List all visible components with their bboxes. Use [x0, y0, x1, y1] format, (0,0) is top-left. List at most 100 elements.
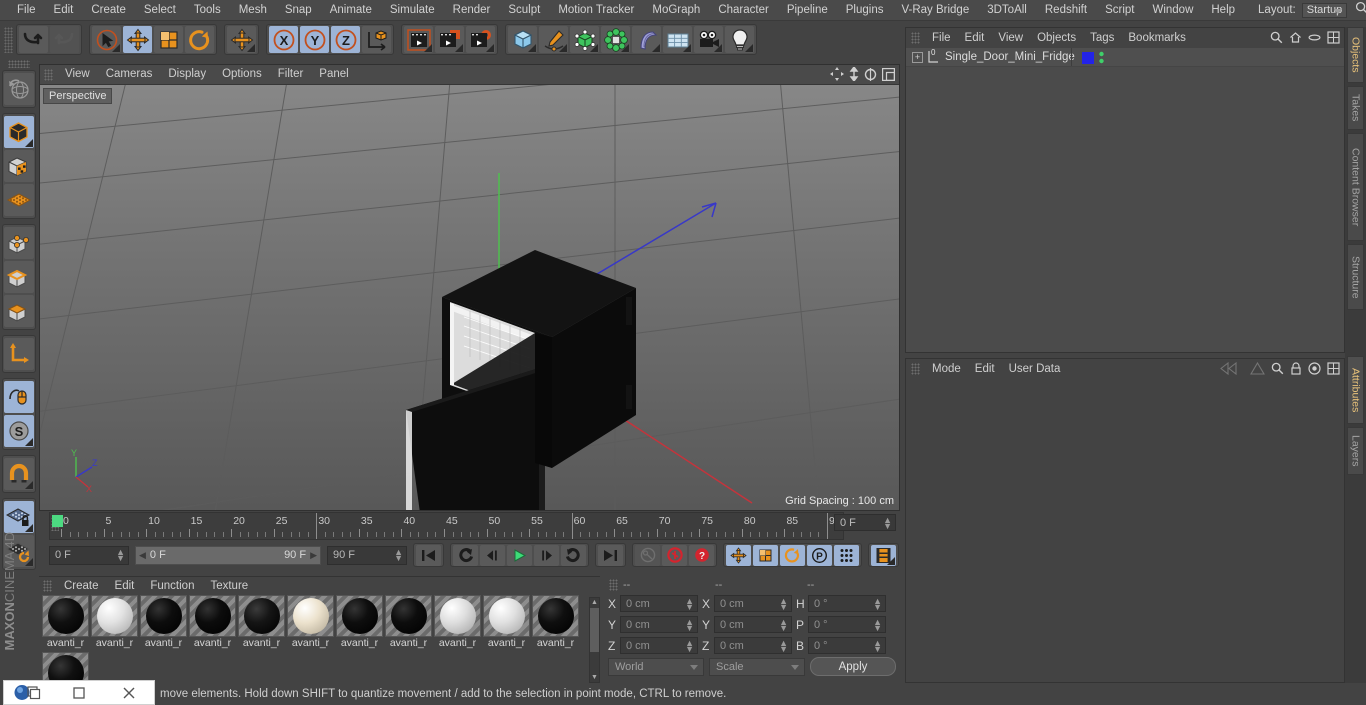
viewport-menu-filter[interactable]: Filter — [270, 65, 312, 84]
attributes-menu-edit[interactable]: Edit — [968, 360, 1002, 379]
menu-item-script[interactable]: Script — [1096, 0, 1143, 20]
viewport-menu-cameras[interactable]: Cameras — [98, 65, 161, 84]
spinner-icon[interactable]: ▲ ▼ — [779, 597, 788, 612]
add-deformer[interactable] — [632, 26, 661, 53]
viewport-solo-tool[interactable] — [3, 381, 34, 413]
expand-toggle-icon[interactable]: + — [912, 51, 923, 63]
spinner-icon[interactable]: ▲ ▼ — [116, 547, 125, 562]
spinner-icon[interactable]: ▲ ▼ — [873, 597, 882, 612]
coordinate-size-field[interactable]: 0 cm ▲ ▼ — [714, 595, 792, 612]
pan-icon[interactable] — [830, 67, 844, 86]
material-item[interactable]: avanti_r — [91, 595, 140, 651]
live-selection-tool[interactable] — [92, 26, 121, 53]
objects-menu-file[interactable]: File — [925, 29, 958, 48]
fullscreen-icon[interactable] — [1327, 31, 1340, 49]
menu-item-select[interactable]: Select — [135, 0, 185, 20]
material-preview[interactable] — [42, 652, 89, 683]
material-preview[interactable] — [238, 595, 285, 637]
menu-item-pipeline[interactable]: Pipeline — [778, 0, 837, 20]
tab-content-browser[interactable]: Content Browser — [1347, 133, 1364, 241]
tab-attributes[interactable]: Attributes — [1347, 356, 1364, 424]
objects-menu-view[interactable]: View — [991, 29, 1030, 48]
move-tool[interactable] — [123, 26, 152, 53]
previous-keyframe-button[interactable] — [453, 544, 478, 566]
menu-item-file[interactable]: File — [8, 0, 45, 20]
attributes-body[interactable] — [906, 379, 1344, 682]
tweak-mode-tool[interactable] — [227, 26, 256, 53]
menu-item-mograph[interactable]: MoGraph — [643, 0, 709, 20]
objects-menu-objects[interactable]: Objects — [1030, 29, 1083, 48]
object-row-single-door-mini-fridge[interactable]: + 0 Single_Door_Mini_Fridge — [906, 48, 1344, 67]
objects-menu-bookmarks[interactable]: Bookmarks — [1121, 29, 1193, 48]
next-keyframe-button[interactable] — [561, 544, 586, 566]
menu-item-mesh[interactable]: Mesh — [230, 0, 276, 20]
search-icon[interactable] — [1355, 1, 1366, 20]
menu-item-character[interactable]: Character — [709, 0, 778, 20]
viewport-canvas[interactable]: Perspective Grid Spacing : 100 cm Y Z X — [40, 85, 899, 510]
scale-tool[interactable] — [154, 26, 183, 53]
apply-button[interactable]: Apply — [810, 657, 896, 676]
menu-item-help[interactable]: Help — [1202, 0, 1244, 20]
attributes-menu-mode[interactable]: Mode — [925, 360, 968, 379]
world-object-axis-toggle[interactable] — [362, 26, 391, 53]
coordinate-size-field[interactable]: 0 cm ▲ ▼ — [714, 616, 792, 633]
tab-layers[interactable]: Layers — [1347, 427, 1364, 475]
record-rotation-toggle[interactable] — [780, 544, 805, 566]
materials-menu-edit[interactable]: Edit — [107, 580, 143, 592]
material-item[interactable]: avanti_r — [238, 595, 287, 651]
material-item[interactable]: avanti_r — [42, 595, 91, 651]
add-environment-object[interactable] — [663, 26, 692, 53]
timeline-frame-field[interactable]: 0 F ▲ ▼ — [834, 514, 896, 531]
viewport-menu-display[interactable]: Display — [160, 65, 214, 84]
material-item[interactable]: avanti_r — [434, 595, 483, 651]
add-cube-object[interactable] — [508, 26, 537, 53]
viewport-menu-panel[interactable]: Panel — [311, 65, 356, 84]
spinner-icon[interactable]: ▲ ▼ — [685, 597, 694, 612]
snap-enable-tool[interactable]: S — [3, 415, 34, 447]
coordinate-rotation-field[interactable]: 0 ° ▲ ▼ — [808, 616, 886, 633]
maximize-icon[interactable] — [882, 67, 896, 86]
coordinate-position-field[interactable]: 0 cm ▲ ▼ — [620, 595, 698, 612]
spinner-icon[interactable]: ▲ ▼ — [883, 516, 892, 531]
coordinate-rotation-field[interactable]: 0 ° ▲ ▼ — [808, 637, 886, 654]
search-icon[interactable] — [1271, 362, 1284, 380]
undo-button[interactable] — [19, 26, 48, 53]
layout-dropdown[interactable]: Startup — [1301, 2, 1348, 18]
redo-button[interactable] — [50, 26, 79, 53]
menu-item-tools[interactable]: Tools — [185, 0, 230, 20]
ellipse-icon[interactable] — [1308, 31, 1321, 49]
magnet-tool[interactable] — [3, 458, 34, 490]
objects-list[interactable]: + 0 Single_Door_Mini_Fridge — [906, 48, 1344, 352]
render-settings-button[interactable] — [466, 26, 495, 53]
coordinate-rotation-field[interactable]: 0 ° ▲ ▼ — [808, 595, 886, 612]
attributes-menu-user-data[interactable]: User Data — [1002, 360, 1068, 379]
material-item[interactable]: avanti_r — [140, 595, 189, 651]
lock-workplane-tool[interactable] — [3, 501, 34, 533]
material-preview[interactable] — [91, 595, 138, 637]
viewport-menu-options[interactable]: Options — [214, 65, 270, 84]
lock-x-axis[interactable]: X — [269, 26, 298, 53]
material-item[interactable]: avanti_r — [189, 595, 238, 651]
spinner-icon[interactable]: ▲ ▼ — [779, 618, 788, 633]
viewport-menu-view[interactable]: View — [57, 65, 98, 84]
enable-axis-modification[interactable] — [3, 338, 34, 370]
scroll-down-icon[interactable]: ▼ — [590, 673, 599, 682]
coordinate-mode-dropdown[interactable]: Scale — [709, 657, 805, 676]
polygons-mode-tool[interactable] — [3, 295, 34, 327]
material-preview[interactable] — [532, 595, 579, 637]
record-active-objects-button[interactable] — [662, 544, 687, 566]
lock-y-axis[interactable]: Y — [300, 26, 329, 53]
spinner-icon[interactable]: ▲ ▼ — [873, 639, 882, 654]
c4d-orb-icon[interactable] — [4, 681, 54, 704]
model-mode-tool[interactable] — [3, 150, 34, 182]
render-view-button[interactable] — [404, 26, 433, 53]
materials-scrollbar[interactable]: ▲ ▼ — [589, 597, 600, 683]
material-preview[interactable] — [42, 595, 89, 637]
material-item[interactable]: avanti_r — [287, 595, 336, 651]
menu-item-create[interactable]: Create — [82, 0, 135, 20]
play-button[interactable] — [507, 544, 532, 566]
menu-item-window[interactable]: Window — [1143, 0, 1202, 20]
fullscreen-icon[interactable] — [1327, 362, 1340, 380]
material-preview[interactable] — [287, 595, 334, 637]
timeline-ruler[interactable]: 051015202530354045505560657075808590 — [49, 512, 844, 540]
